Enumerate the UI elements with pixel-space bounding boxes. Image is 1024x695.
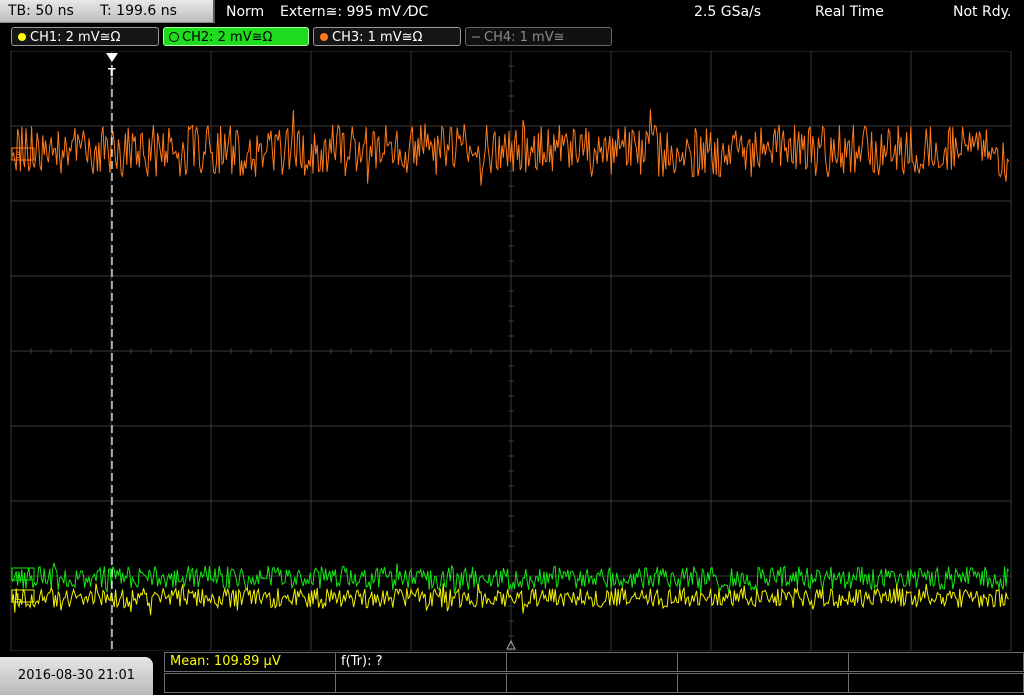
ch3-dot-icon: [320, 33, 328, 41]
measurement-slot-8[interactable]: [506, 673, 678, 693]
channel-bar: CH1: 2 mV≅Ω CH2: 2 mV≅Ω CH3: 1 mV≅Ω CH4:…: [0, 25, 1024, 49]
measurement-panel: Mean: 109.89 µV f(Tr): ?: [164, 652, 1024, 695]
timebase-value: TB: 50 ns: [8, 3, 74, 19]
traces: [11, 109, 1010, 616]
acquisition-state: Not Rdy.: [953, 4, 1012, 20]
freq-measurement[interactable]: f(Tr): ?: [335, 652, 507, 672]
ch2-dot-icon: [169, 32, 179, 42]
ch4-dash-icon: [472, 36, 480, 38]
svg-text:1: 1: [15, 593, 21, 603]
measurement-slot-4[interactable]: [677, 652, 849, 672]
svg-text:2: 2: [15, 571, 21, 581]
trigger-time-value: T: 199.6 ns: [100, 3, 177, 19]
channel-4-label: CH4: 1 mV≅: [484, 30, 565, 45]
trigger-marker-label: T: [108, 66, 116, 79]
ch1-trace: [11, 583, 1010, 616]
sample-rate: 2.5 GSa/s: [694, 4, 762, 20]
acquisition-mode[interactable]: Real Time: [815, 0, 884, 24]
measurement-slot-7[interactable]: [335, 673, 507, 693]
date-time: 2016-08-30 21:01: [0, 657, 153, 695]
waveform-display[interactable]: T 3 2 1: [0, 51, 1024, 651]
trigger-source[interactable]: Extern≅: 995 mV ⁄DC: [280, 0, 428, 24]
graticule: [10, 51, 1012, 651]
status-bar: TB: 50 ns T: 199.6 ns Norm Extern≅: 995 …: [0, 0, 1024, 24]
measurement-slot-5[interactable]: [848, 652, 1024, 672]
timebase-box[interactable]: TB: 50 ns T: 199.6 ns: [0, 0, 215, 23]
channel-2-tab[interactable]: CH2: 2 mV≅Ω: [163, 27, 309, 46]
measurement-slot-3[interactable]: [506, 652, 678, 672]
trigger-mode[interactable]: Norm: [226, 0, 264, 24]
channel-3-label: CH3: 1 mV≅Ω: [332, 30, 423, 45]
measurement-slot-10[interactable]: [848, 673, 1024, 693]
channel-2-label: CH2: 2 mV≅Ω: [182, 30, 273, 45]
trigger-arrow-icon[interactable]: [106, 53, 118, 62]
channel-1-label: CH1: 2 mV≅Ω: [30, 30, 121, 45]
ch3-trace: [11, 109, 1010, 186]
channel-4-tab[interactable]: CH4: 1 mV≅: [465, 27, 612, 46]
channel-3-tab[interactable]: CH3: 1 mV≅Ω: [313, 27, 461, 46]
channel-1-tab[interactable]: CH1: 2 mV≅Ω: [11, 27, 159, 46]
measurement-slot-9[interactable]: [677, 673, 849, 693]
svg-text:3: 3: [15, 151, 21, 161]
measurement-slot-6[interactable]: [164, 673, 336, 693]
mean-measurement[interactable]: Mean: 109.89 µV: [164, 652, 336, 672]
ch1-dot-icon: [18, 33, 26, 41]
